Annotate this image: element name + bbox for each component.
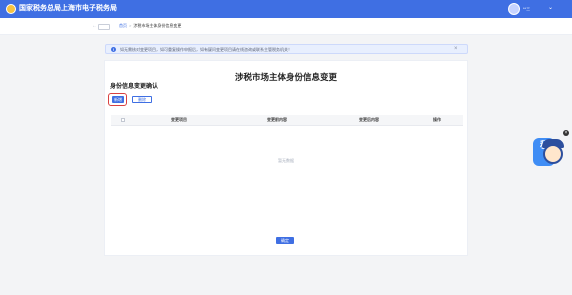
delete-button[interactable]: 删除 [132,96,152,103]
confirm-button[interactable]: 确定 [276,237,294,244]
service-assistant-widget[interactable]: 税 动 [530,130,566,168]
back-button[interactable] [98,24,110,30]
section-title: 身份信息变更确认 [110,84,159,90]
tax-bureau-logo-icon [6,4,16,14]
user-name[interactable]: **三 [523,6,530,12]
mascot-face-icon [543,144,563,164]
chevron-down-icon[interactable]: ⌄ [548,4,553,12]
avatar[interactable] [508,3,520,15]
breadcrumb-home-link[interactable]: 首页 [119,23,127,28]
breadcrumb-separator: > [129,23,132,28]
breadcrumb-current: 涉税市场主体身份信息变更 [133,23,182,28]
site-title: 国家税务总局上海市电子税务局 [19,5,117,12]
notice-banner: ! 如无需核对变更项目，如可重复操作申报后，如有疑问变更项目请在线咨询或联系主管… [105,44,468,54]
empty-state-text: 暂无数据 [278,158,294,163]
close-assistant-icon[interactable]: × [563,130,569,136]
column-header-after: 变更后内容 [359,117,379,122]
main-panel: 涉税市场主体身份信息变更 身份信息变更确认 新增 删除 变更项目 变更前内容 变… [104,60,468,256]
back-arrow-icon[interactable]: ← [92,24,97,29]
column-header-action: 操作 [433,117,441,122]
breadcrumb: ← 首页 > 涉税市场主体身份信息变更 [0,18,572,35]
add-button[interactable]: 新增 [112,96,124,103]
column-header-before: 变更前内容 [267,117,287,122]
info-icon: ! [111,47,116,52]
column-header-item: 变更项目 [171,117,187,122]
select-all-checkbox[interactable] [121,118,125,122]
table-header: 变更项目 变更前内容 变更后内容 操作 [111,115,463,126]
top-bar: 国家税务总局上海市电子税务局 **三 ⌄ [0,0,572,18]
close-icon[interactable]: × [454,46,458,53]
breadcrumb-trail: 首页 > 涉税市场主体身份信息变更 [119,23,181,29]
page-title: 涉税市场主体身份信息变更 [234,72,337,82]
notice-text: 如无需核对变更项目，如可重复操作申报后，如有疑问变更项目请在线咨询或联系主管税务… [120,47,292,52]
